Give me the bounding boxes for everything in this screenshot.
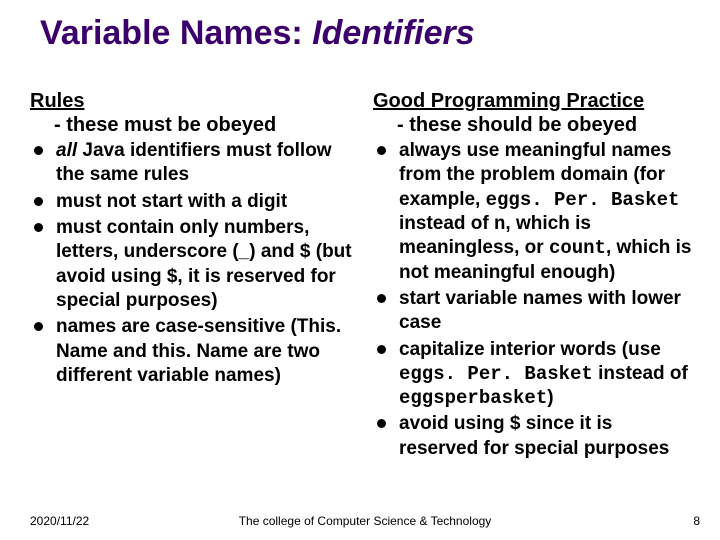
list-item: names are case-sensitive (This. Name and… [30,315,355,388]
practice-list: always use meaningful names from the pro… [373,139,696,461]
code-run: n [494,213,505,235]
slide-title: Variable Names: Identifiers [40,14,475,53]
footer-center: The college of Computer Science & Techno… [30,514,700,528]
code-run: count [549,237,606,259]
rules-column: Rules - these must be obeyed all Java id… [30,90,365,490]
bullet-text: avoid using $ since it is reserved for s… [399,413,669,458]
body-columns: Rules - these must be obeyed all Java id… [30,90,700,490]
text-run: instead of [593,363,688,384]
slide: Variable Names: Identifiers Rules - thes… [0,0,720,540]
code-run: eggs. Per. Basket [399,363,593,385]
italic-word: all [56,140,77,161]
code-run: eggs. Per. Basket [486,189,680,211]
bullet-text: must not start with a digit [56,191,287,212]
code-run: eggsperbasket [399,387,547,409]
list-item: start variable names with lower case [373,287,696,336]
practice-column: Good Programming Practice - these should… [365,90,700,490]
title-plain: Variable Names: [40,14,312,52]
bullet-text: must contain only numbers, letters, unde… [56,217,352,311]
rules-heading: Rules [30,90,355,113]
footer: 2020/11/22 The college of Computer Scien… [30,514,700,528]
footer-page: 8 [693,514,700,528]
list-item: must not start with a digit [30,190,355,214]
text-run: capitalize interior words (use [399,339,661,360]
bullet-text: names are case-sensitive (This. Name and… [56,316,341,386]
text-run: instead of [399,213,494,234]
text-run: ) [547,387,553,408]
bullet-text: start variable names with lower case [399,288,681,333]
practice-heading: Good Programming Practice [373,90,696,113]
list-item: capitalize interior words (use eggs. Per… [373,338,696,411]
title-italic: Identifiers [312,14,474,52]
bullet-text: Java identifiers must follow the same ru… [56,140,332,185]
practice-subhead: - these should be obeyed [397,114,696,137]
list-item: all Java identifiers must follow the sam… [30,139,355,188]
list-item: always use meaningful names from the pro… [373,139,696,285]
rules-subhead: - these must be obeyed [54,114,355,137]
footer-date: 2020/11/22 [30,514,89,528]
list-item: must contain only numbers, letters, unde… [30,216,355,313]
list-item: avoid using $ since it is reserved for s… [373,412,696,461]
rules-list: all Java identifiers must follow the sam… [30,139,355,388]
